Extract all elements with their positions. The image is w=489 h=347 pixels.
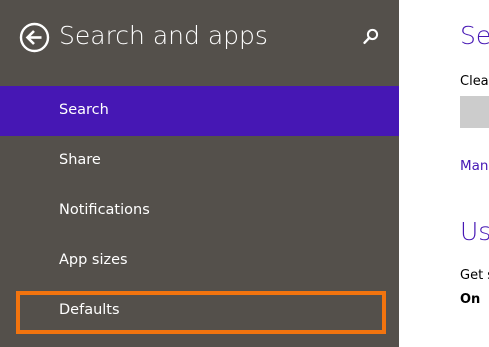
nav-item-label: App sizes <box>59 252 128 268</box>
nav-item-notifications[interactable]: Notifications <box>0 186 399 236</box>
clear-label: Clear <box>460 74 489 89</box>
nav-item-app-sizes[interactable]: App sizes <box>0 236 399 286</box>
nav-item-label: Share <box>59 152 101 168</box>
back-arrow-circle-icon <box>19 22 50 53</box>
usage-heading: Us <box>460 217 489 246</box>
settings-content-pane: Sea Clear Man Us Get s On <box>399 0 489 347</box>
search-button[interactable] <box>360 26 382 48</box>
nav-item-search[interactable]: Search <box>0 86 399 136</box>
nav-item-label: Defaults <box>59 302 120 318</box>
nav-item-share[interactable]: Share <box>0 136 399 186</box>
content-heading: Sea <box>460 21 489 50</box>
back-button[interactable] <box>19 22 50 53</box>
search-icon <box>360 26 382 48</box>
setting-label: Get s <box>460 268 489 283</box>
settings-window: Search and apps Search Share Notificatio… <box>0 0 489 347</box>
manage-link[interactable]: Man <box>460 157 488 175</box>
settings-nav-pane: Search and apps Search Share Notificatio… <box>0 0 399 347</box>
nav-item-defaults[interactable]: Defaults <box>0 286 399 336</box>
clear-button[interactable] <box>460 96 489 128</box>
nav-item-label: Search <box>59 102 109 118</box>
pane-title: Search and apps <box>59 21 268 50</box>
nav-item-label: Notifications <box>59 202 150 218</box>
setting-toggle-value[interactable]: On <box>460 291 480 309</box>
